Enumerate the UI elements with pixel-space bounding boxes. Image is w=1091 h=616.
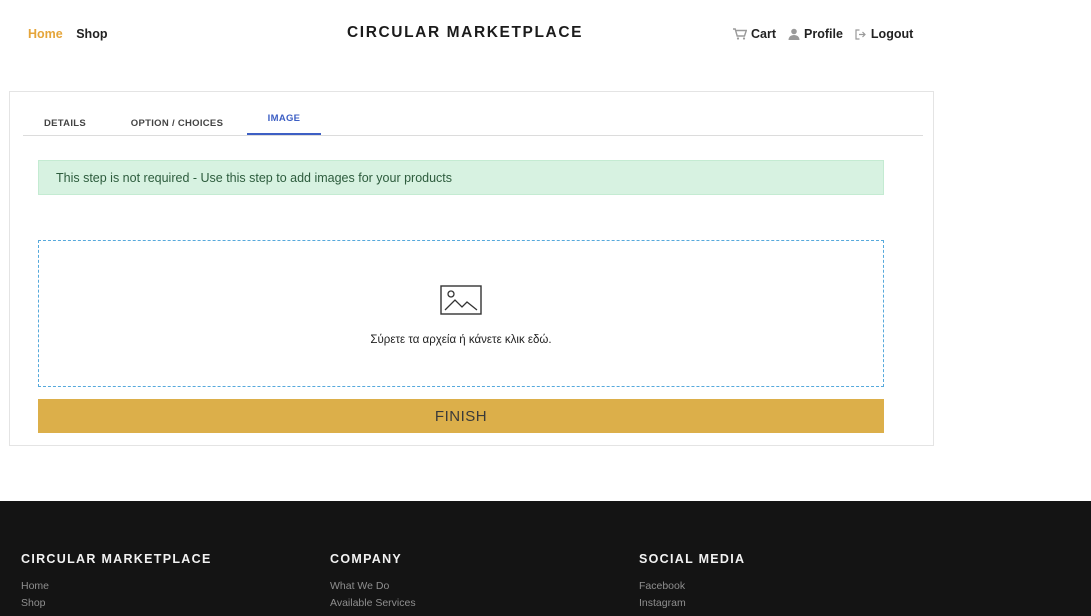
- footer-heading: SOCIAL MEDIA: [639, 552, 746, 566]
- image-dropzone[interactable]: Σύρετε τα αρχεία ή κάνετε κλικ εδώ.: [38, 240, 884, 387]
- dropzone-instructions: Σύρετε τα αρχεία ή κάνετε κλικ εδώ.: [370, 334, 552, 346]
- wizard-tabs: DETAILS OPTION / CHOICES IMAGE: [23, 103, 923, 136]
- nav-home-link[interactable]: Home: [28, 27, 63, 41]
- profile-label: Profile: [804, 27, 843, 41]
- footer-link-shop[interactable]: Shop: [21, 595, 212, 612]
- image-icon: [440, 285, 482, 320]
- footer-heading: COMPANY: [330, 552, 403, 566]
- site-header: Home Shop CIRCULAR MARKETPLACE Cart Prof…: [0, 0, 1091, 68]
- logout-icon: [855, 28, 867, 40]
- nav-shop-link[interactable]: Shop: [76, 27, 107, 41]
- primary-nav: Home Shop: [28, 27, 117, 41]
- finish-button[interactable]: FINISH: [38, 399, 884, 433]
- footer-heading: CIRCULAR MARKETPLACE: [21, 552, 212, 566]
- footer-column-brand: CIRCULAR MARKETPLACE Home Shop: [21, 552, 212, 612]
- site-footer: CIRCULAR MARKETPLACE Home Shop COMPANY W…: [0, 501, 1091, 616]
- user-icon: [788, 28, 800, 40]
- account-nav: Cart Profile Logout: [733, 27, 925, 41]
- tab-details[interactable]: DETAILS: [23, 107, 107, 139]
- site-brand[interactable]: CIRCULAR MARKETPLACE: [347, 24, 583, 42]
- footer-column-company: COMPANY What We Do Available Services: [330, 552, 416, 612]
- product-wizard-card: DETAILS OPTION / CHOICES IMAGE This step…: [9, 91, 934, 446]
- tab-option-choices[interactable]: OPTION / CHOICES: [119, 107, 235, 139]
- profile-link[interactable]: Profile: [788, 27, 843, 41]
- info-alert: This step is not required - Use this ste…: [38, 160, 884, 195]
- footer-link-available-services[interactable]: Available Services: [330, 595, 416, 612]
- cart-icon: [733, 28, 747, 40]
- cart-label: Cart: [751, 27, 777, 41]
- footer-link-home[interactable]: Home: [21, 578, 212, 595]
- footer-column-social: SOCIAL MEDIA Facebook Instagram: [639, 552, 745, 612]
- cart-link[interactable]: Cart: [733, 27, 776, 41]
- logout-label: Logout: [870, 27, 914, 41]
- footer-link-facebook[interactable]: Facebook: [639, 578, 745, 595]
- footer-link-instagram[interactable]: Instagram: [639, 595, 745, 612]
- logout-link[interactable]: Logout: [855, 27, 913, 41]
- tab-image[interactable]: IMAGE: [247, 103, 321, 135]
- footer-link-what-we-do[interactable]: What We Do: [330, 578, 416, 595]
